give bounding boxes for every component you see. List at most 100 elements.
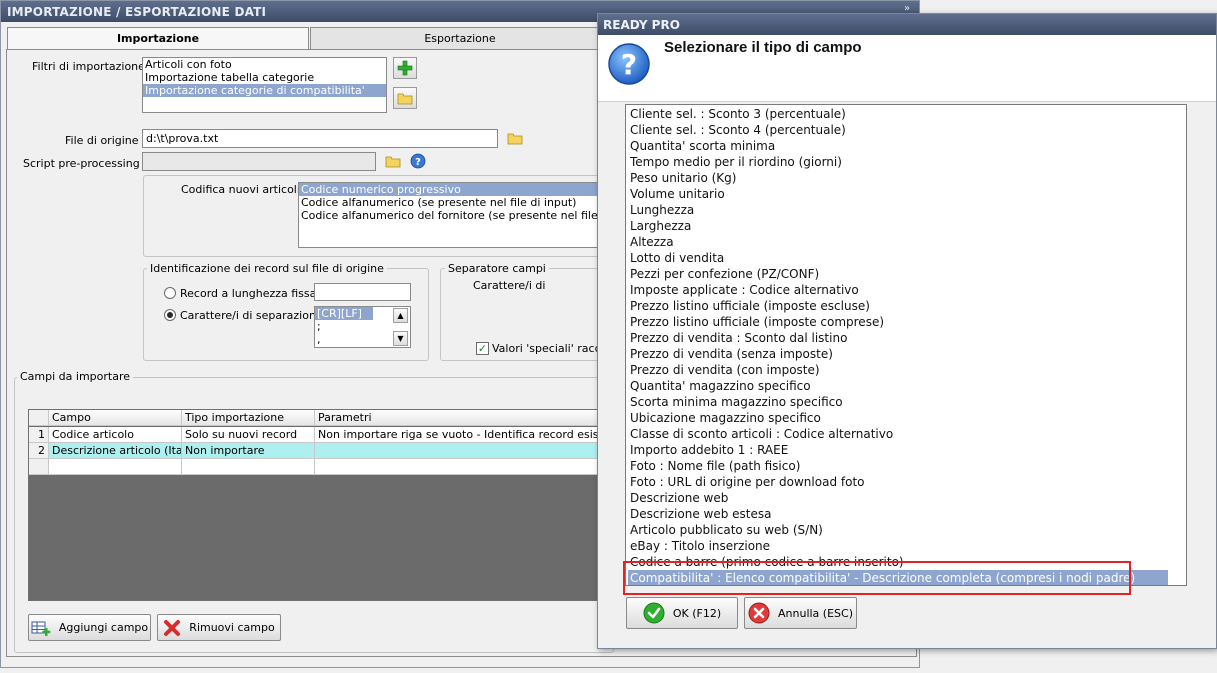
row-number — [29, 459, 49, 475]
source-file-input[interactable]: d:\t\prova.txt — [142, 129, 498, 148]
separator-listbox[interactable]: [CR][LF] ; , ▲ ▼ — [314, 306, 411, 348]
red-x-icon — [164, 619, 181, 636]
cell-campo[interactable]: Codice articolo — [49, 427, 182, 443]
field-type-option[interactable]: Tempo medio per il riordino (giorni) — [628, 154, 1168, 170]
field-type-option[interactable]: Foto : Nome file (path fisico) — [628, 458, 1168, 474]
grid-header: Campo Tipo importazione Parametri — [29, 410, 612, 426]
table-row-empty[interactable] — [29, 459, 612, 475]
list-item[interactable]: [CR][LF] — [315, 307, 373, 320]
field-type-option[interactable]: Descrizione web — [628, 490, 1168, 506]
list-item[interactable]: Codice alfanumerico del fornitore (se pr… — [299, 209, 599, 222]
svg-text:?: ? — [621, 48, 637, 81]
cell-parametri[interactable] — [315, 443, 612, 459]
field-separator-title: Separatore campi — [445, 262, 549, 275]
field-type-option[interactable]: Quantita' magazzino specifico — [628, 378, 1168, 394]
scroll-down-arrow[interactable]: ▼ — [393, 331, 408, 346]
add-field-label: Aggiungi campo — [58, 621, 149, 634]
browse-file-button[interactable] — [505, 128, 525, 148]
field-type-option[interactable]: Cliente sel. : Sconto 3 (percentuale) — [628, 106, 1168, 122]
list-item[interactable]: Importazione categorie di compatibilita' — [143, 84, 386, 97]
cell-parametri[interactable]: Non importare riga se vuoto - Identifica… — [315, 427, 612, 443]
add-filter-button[interactable] — [393, 57, 417, 79]
cell-tipo[interactable] — [182, 459, 315, 475]
filters-label: Filtri di importazione : — [32, 60, 153, 73]
cell-campo[interactable] — [49, 459, 182, 475]
field-type-option[interactable]: eBay : Titolo inserzione — [628, 538, 1168, 554]
red-x-icon — [748, 602, 770, 624]
dialog-title: READY PRO — [598, 14, 1216, 35]
cell-campo[interactable]: Descrizione articolo (Ital... — [49, 443, 182, 459]
special-values-checkbox[interactable]: ✓ — [476, 342, 489, 355]
field-type-option[interactable]: Articolo pubblicato su web (S/N) — [628, 522, 1168, 538]
green-check-icon — [643, 602, 665, 624]
cell-parametri[interactable] — [315, 459, 612, 475]
column-header-tipo[interactable]: Tipo importazione — [182, 410, 315, 426]
browse-script-button[interactable] — [383, 151, 403, 171]
field-type-option[interactable]: Ubicazione magazzino specifico — [628, 410, 1168, 426]
field-type-option[interactable]: Prezzo listino ufficiale (imposte esclus… — [628, 298, 1168, 314]
fields-title: Campi da importare — [17, 370, 133, 383]
field-type-option[interactable]: Descrizione web estesa — [628, 506, 1168, 522]
cell-tipo[interactable]: Solo su nuovi record — [182, 427, 315, 443]
fields-grid[interactable]: Campo Tipo importazione Parametri 1 Codi… — [28, 409, 613, 601]
cancel-button[interactable]: Annulla (ESC) — [744, 597, 857, 629]
row-number: 1 — [29, 427, 49, 443]
table-row[interactable]: 1 Codice articolo Solo su nuovi record N… — [29, 427, 612, 443]
field-type-option[interactable]: Quantita' scorta minima — [628, 138, 1168, 154]
open-filter-button[interactable] — [393, 87, 417, 109]
field-type-list[interactable]: Cliente sel. : Sconto 3 (percentuale) Cli… — [625, 104, 1187, 586]
field-type-option[interactable]: Larghezza — [628, 218, 1168, 234]
list-item[interactable]: Codice alfanumerico (se presente nel fil… — [299, 196, 599, 209]
fixed-length-radio[interactable] — [164, 287, 176, 299]
field-type-option[interactable]: Cliente sel. : Sconto 4 (percentuale) — [628, 122, 1168, 138]
cell-tipo[interactable]: Non importare — [182, 443, 315, 459]
column-header-parametri[interactable]: Parametri — [315, 410, 612, 426]
help-icon: ? — [410, 153, 426, 169]
coding-listbox[interactable]: Codice numerico progressivo Codice alfan… — [298, 182, 600, 248]
fixed-length-input[interactable] — [314, 283, 411, 301]
tab-esportazione[interactable]: Esportazione — [310, 27, 610, 49]
field-type-option[interactable]: Prezzo di vendita (con imposte) — [628, 362, 1168, 378]
folder-icon — [397, 93, 413, 105]
row-number-header — [29, 410, 49, 426]
ok-button[interactable]: OK (F12) — [626, 597, 738, 629]
cancel-label: Annulla (ESC) — [778, 606, 853, 620]
add-table-icon — [31, 621, 51, 636]
table-row[interactable]: 2 Descrizione articolo (Ital... Non impo… — [29, 443, 612, 459]
field-type-option[interactable]: Volume unitario — [628, 186, 1168, 202]
field-type-option[interactable]: Imposte applicate : Codice alternativo — [628, 282, 1168, 298]
separator-radio[interactable] — [164, 309, 176, 321]
field-type-dialog: READY PRO ? Selezionare il tipo di campo… — [597, 13, 1217, 649]
field-type-option[interactable]: Lunghezza — [628, 202, 1168, 218]
filters-listbox[interactable]: Articoli con foto Importazione tabella c… — [142, 57, 387, 113]
scroll-up-arrow[interactable]: ▲ — [393, 308, 408, 323]
field-type-option[interactable]: Prezzo di vendita : Sconto dal listino — [628, 330, 1168, 346]
tab-importazione[interactable]: Importazione — [7, 27, 309, 50]
script-input[interactable] — [142, 152, 376, 171]
field-type-option[interactable]: Lotto di vendita — [628, 250, 1168, 266]
field-type-option[interactable]: Altezza — [628, 234, 1168, 250]
row-number: 2 — [29, 443, 49, 459]
identification-title: Identificazione dei record sul file di o… — [147, 262, 387, 275]
remove-field-label: Rimuovi campo — [189, 621, 275, 634]
column-header-campo[interactable]: Campo — [49, 410, 182, 426]
list-item[interactable]: Codice numerico progressivo — [299, 183, 599, 196]
field-type-option[interactable]: Prezzo di vendita (senza imposte) — [628, 346, 1168, 362]
field-type-option[interactable]: Pezzi per confezione (PZ/CONF) — [628, 266, 1168, 282]
plus-icon — [397, 60, 413, 76]
question-icon: ? — [608, 43, 650, 85]
list-item[interactable]: Importazione tabella categorie — [143, 71, 386, 84]
field-type-option[interactable]: Scorta minima magazzino specifico — [628, 394, 1168, 410]
add-field-button[interactable]: Aggiungi campo — [28, 614, 151, 641]
field-type-option[interactable]: Peso unitario (Kg) — [628, 170, 1168, 186]
separator-char-label: Carattere/i di — [473, 279, 546, 292]
field-type-option[interactable]: Prezzo listino ufficiale (imposte compre… — [628, 314, 1168, 330]
script-help-button[interactable]: ? — [408, 151, 428, 171]
field-type-option[interactable]: Foto : URL di origine per download foto — [628, 474, 1168, 490]
list-item[interactable]: Articoli con foto — [143, 58, 386, 71]
highlight-annotation — [623, 561, 1131, 595]
field-type-option[interactable]: Classe di sconto articoli : Codice alter… — [628, 426, 1168, 442]
field-type-option[interactable]: Importo addebito 1 : RAEE — [628, 442, 1168, 458]
script-label: Script pre-processing : — [23, 157, 147, 170]
remove-field-button[interactable]: Rimuovi campo — [157, 614, 281, 641]
